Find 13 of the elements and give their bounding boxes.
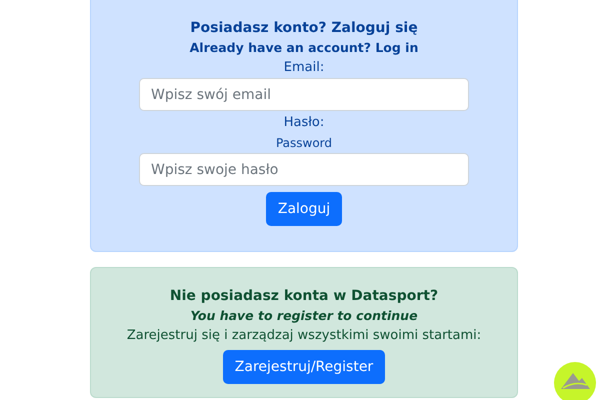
- password-sublabel: Password: [276, 135, 332, 152]
- login-subtitle: Already have an account? Log in: [190, 39, 418, 57]
- register-text: Zarejestruj się i zarządzaj wszystkimi swoimi startami:: [126, 327, 482, 345]
- register-button[interactable]: Zarejestruj/Register: [222, 350, 386, 384]
- email-label: Email:: [284, 59, 324, 77]
- login-button[interactable]: Zaloguj: [266, 192, 342, 226]
- password-label: Hasło:: [284, 114, 324, 132]
- password-field[interactable]: Wpisz swoje hasło: [139, 153, 469, 186]
- email-field[interactable]: Wpisz swój email: [139, 78, 469, 111]
- register-title: Nie posiadasz konta w Datasport?: [170, 287, 438, 306]
- logo-icon: [553, 361, 597, 400]
- register-subtitle: You have to register to continue: [190, 307, 418, 325]
- login-title: Posiadasz konto? Zaloguj się: [190, 19, 418, 38]
